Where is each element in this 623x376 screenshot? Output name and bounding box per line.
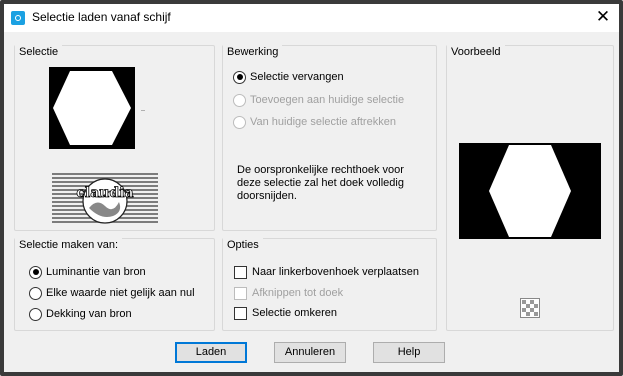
radio-button[interactable] bbox=[29, 265, 42, 279]
radio-button[interactable] bbox=[29, 307, 42, 321]
selectie-title: Selectie bbox=[15, 45, 63, 59]
checkbox[interactable] bbox=[234, 306, 247, 320]
check-afknippen[interactable]: Afknippen tot doek bbox=[234, 286, 343, 300]
dialog-window: Selectie laden vanaf schijf ✕ Selectie c… bbox=[0, 0, 623, 376]
voorbeeld-title: Voorbeeld bbox=[447, 45, 505, 59]
radio-label: Selectie vervangen bbox=[250, 71, 344, 83]
check-linkerbovenhoek[interactable]: Naar linkerbovenhoek verplaatsen bbox=[234, 265, 419, 279]
checkbox-label: Selectie omkeren bbox=[252, 307, 337, 319]
radio-label: Van huidige selectie aftrekken bbox=[250, 116, 396, 128]
cancel-button[interactable]: Annuleren bbox=[274, 342, 346, 363]
radio-dekking[interactable]: Dekking van bron bbox=[29, 307, 132, 321]
opties-group: Opties Naar linkerbovenhoek verplaatsen … bbox=[222, 238, 437, 331]
app-icon bbox=[11, 11, 25, 25]
checkbox[interactable] bbox=[234, 265, 247, 279]
radio-label: Luminantie van bron bbox=[46, 266, 146, 278]
radio-label: Toevoegen aan huidige selectie bbox=[250, 94, 405, 106]
radio-selectie-vervangen[interactable]: Selectie vervangen bbox=[233, 70, 344, 84]
bewerking-group: Bewerking Selectie vervangen Toevoegen a… bbox=[222, 45, 437, 231]
checkbox-label: Afknippen tot doek bbox=[252, 287, 344, 299]
bewerking-note: De oorspronkelijke rechthoek voor deze s… bbox=[237, 164, 404, 202]
maken-van-title: Selectie maken van: bbox=[15, 238, 123, 252]
voorbeeld-group: Voorbeeld bbox=[446, 45, 614, 331]
load-button[interactable]: Laden bbox=[175, 342, 247, 363]
selectie-group: Selectie claudia bbox=[14, 45, 215, 231]
maken-van-group: Selectie maken van: Luminantie van bron … bbox=[14, 238, 215, 331]
selection-thumbnail[interactable] bbox=[49, 67, 135, 149]
radio-elke-waarde[interactable]: Elke waarde niet gelijk aan nul bbox=[29, 286, 195, 300]
radio-button[interactable] bbox=[233, 115, 246, 129]
check-omkeren[interactable]: Selectie omkeren bbox=[234, 306, 337, 320]
radio-button[interactable] bbox=[29, 286, 42, 300]
preview-image bbox=[459, 143, 601, 239]
window-title: Selectie laden vanaf schijf bbox=[32, 10, 171, 24]
help-button[interactable]: Help bbox=[373, 342, 445, 363]
radio-label: Elke waarde niet gelijk aan nul bbox=[46, 287, 195, 299]
claudia-logo: claudia bbox=[52, 173, 158, 224]
opties-title: Opties bbox=[223, 238, 263, 252]
checkbox[interactable] bbox=[234, 286, 247, 300]
checkerboard-icon[interactable] bbox=[520, 298, 540, 318]
radio-button[interactable] bbox=[233, 93, 246, 107]
thumbnail-indicator bbox=[141, 110, 145, 111]
svg-text:claudia: claudia bbox=[76, 185, 133, 201]
bewerking-title: Bewerking bbox=[223, 45, 283, 59]
radio-aftrekken[interactable]: Van huidige selectie aftrekken bbox=[233, 115, 396, 129]
radio-label: Dekking van bron bbox=[46, 308, 132, 320]
checkbox-label: Naar linkerbovenhoek verplaatsen bbox=[252, 266, 419, 278]
title-bar: Selectie laden vanaf schijf ✕ bbox=[4, 4, 619, 32]
radio-toevoegen[interactable]: Toevoegen aan huidige selectie bbox=[233, 93, 404, 107]
radio-luminantie[interactable]: Luminantie van bron bbox=[29, 265, 146, 279]
radio-button[interactable] bbox=[233, 70, 246, 84]
close-icon[interactable]: ✕ bbox=[591, 6, 615, 28]
